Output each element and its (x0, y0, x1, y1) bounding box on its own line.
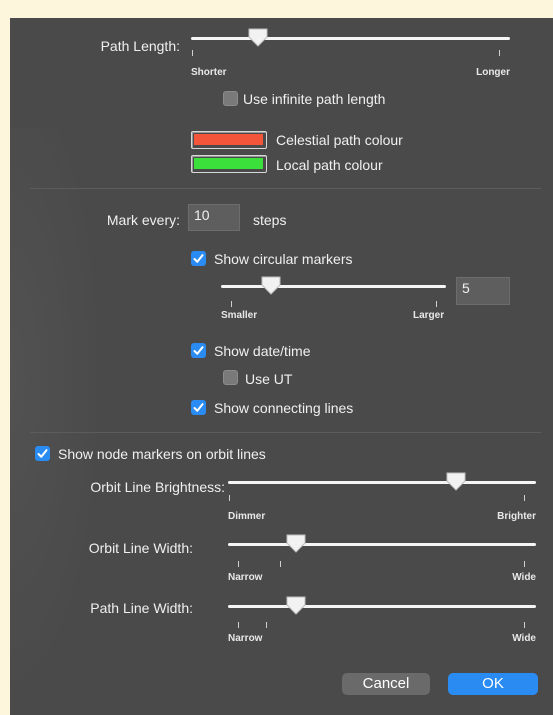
slider-tick (499, 50, 500, 56)
orbit-width-min-label: Narrow (228, 572, 263, 583)
celestial-colour-fill (194, 134, 263, 145)
marker-size-min-label: Smaller (221, 310, 258, 321)
separator (30, 432, 541, 433)
use-ut-label: Use UT (245, 371, 293, 387)
path-width-label: Path Line Width: (90, 600, 193, 616)
slider-tick (238, 622, 239, 628)
separator (30, 188, 541, 189)
slider-tick (524, 622, 525, 628)
slider-tick (238, 561, 239, 567)
path-length-min-label: Shorter (191, 67, 227, 78)
slider-track (228, 605, 536, 608)
preferences-panel: Path Length: Shorter Longer Use infinite… (10, 18, 553, 715)
orbit-brightness-max-label: Brighter (497, 511, 536, 522)
orbit-width-label: Orbit Line Width: (88, 540, 193, 556)
slider-tick (231, 301, 232, 307)
slider-track (191, 37, 510, 40)
connecting-lines-label: Show connecting lines (214, 400, 354, 416)
connecting-lines-checkbox[interactable] (191, 400, 206, 415)
mark-every-input[interactable]: 10 (188, 204, 240, 231)
marker-size-input[interactable]: 5 (456, 277, 510, 305)
orbit-brightness-label: Orbit Line Brightness: (90, 479, 225, 495)
node-markers-label: Show node markers on orbit lines (58, 446, 266, 462)
slider-tick (280, 561, 281, 567)
local-colour-well[interactable] (191, 155, 267, 173)
path-length-label: Path Length: (100, 38, 180, 54)
slider-track (228, 543, 536, 546)
circular-markers-checkbox[interactable] (191, 251, 206, 266)
slider-track (228, 481, 536, 484)
celestial-colour-label: Celestial path colour (276, 132, 403, 148)
local-colour-label: Local path colour (276, 157, 383, 173)
path-length-max-label: Longer (476, 67, 510, 78)
slider-tick (436, 301, 437, 307)
slider-tick (266, 622, 267, 628)
date-time-label: Show date/time (214, 343, 311, 359)
path-width-min-label: Narrow (228, 633, 263, 644)
slider-tick (192, 50, 193, 56)
local-colour-fill (194, 158, 263, 169)
slider-track (221, 285, 446, 288)
slider-tick (524, 495, 525, 501)
node-markers-checkbox[interactable] (35, 446, 50, 461)
date-time-checkbox[interactable] (191, 343, 206, 358)
slider-tick (229, 495, 230, 501)
orbit-width-max-label: Wide (512, 572, 536, 583)
celestial-colour-well[interactable] (191, 131, 267, 149)
mark-every-unit: steps (253, 212, 287, 228)
path-width-max-label: Wide (512, 633, 536, 644)
infinite-path-checkbox[interactable] (223, 91, 238, 106)
circular-markers-label: Show circular markers (214, 251, 353, 267)
marker-size-max-label: Larger (413, 310, 445, 321)
use-ut-checkbox[interactable] (223, 370, 238, 385)
mark-every-label: Mark every: (106, 212, 180, 228)
infinite-path-label: Use infinite path length (243, 91, 386, 107)
ok-button[interactable]: OK (448, 673, 538, 695)
slider-tick (524, 561, 525, 567)
cancel-button[interactable]: Cancel (342, 673, 430, 695)
orbit-brightness-min-label: Dimmer (228, 511, 266, 522)
